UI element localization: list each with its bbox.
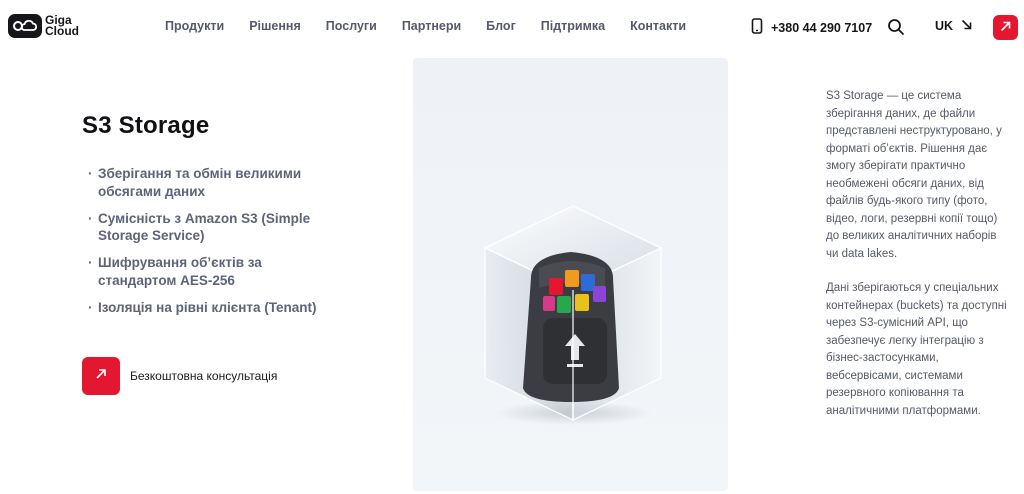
storage-cube-illustration <box>473 198 673 428</box>
header-cta-button[interactable] <box>993 15 1018 40</box>
page-title: S3 Storage <box>82 112 210 139</box>
feature-text: Зберігання та обмін великими обсягами да… <box>98 166 302 199</box>
feature-text: Сумісність з Amazon S3 (Simple Storage S… <box>98 210 311 244</box>
bullet: · <box>88 210 93 226</box>
illustration-panel <box>413 58 728 491</box>
nav-item-support[interactable]: Підтримка <box>541 19 605 33</box>
arrow-down-right-icon <box>961 19 972 33</box>
free-consultation-link[interactable]: Безкоштовна консультація <box>82 357 277 395</box>
arrow-up-right-icon <box>95 367 107 385</box>
consultation-button[interactable] <box>82 357 120 395</box>
feature-text: Ізоляція на рівні клієнта (Tenant) <box>98 299 317 315</box>
nav-item-services[interactable]: Послуги <box>326 19 377 33</box>
site-header: Giga Cloud Продукти Рішення Послуги Парт… <box>0 0 1024 56</box>
list-item: · Ізоляція на рівні клієнта (Tenant) <box>88 299 328 317</box>
phone-number: +380 44 290 7107 <box>771 20 873 35</box>
list-item: · Сумісність з Amazon S3 (Simple Storage … <box>88 210 328 245</box>
phone-icon <box>751 18 763 37</box>
bullet: · <box>88 299 93 315</box>
description-paragraph: Дані зберігаються у спеціальних контейне… <box>826 282 1007 417</box>
consultation-label: Безкоштовна консультація <box>130 369 278 383</box>
search-button[interactable] <box>887 18 905 36</box>
nav-item-products[interactable]: Продукти <box>165 19 224 33</box>
language-switcher[interactable]: UK <box>935 19 972 33</box>
list-item: · Зберігання та обмін великими обсягами д… <box>88 165 328 200</box>
nav-item-contacts[interactable]: Контакти <box>630 19 686 33</box>
logo-wordmark: Giga Cloud <box>45 14 79 38</box>
language-label: UK <box>935 19 954 33</box>
bullet: · <box>88 166 93 181</box>
arrow-up-right-icon <box>1000 19 1011 37</box>
description-paragraph: S3 Storage — це система зберігання даних… <box>826 90 1002 260</box>
feature-text: Шифрування об’єктів за стандартом AES-25… <box>98 255 262 288</box>
description: S3 Storage — це система зберігання даних… <box>826 88 1011 437</box>
main-nav: Продукти Рішення Послуги Партнери Блог П… <box>165 19 711 33</box>
search-icon <box>887 19 905 40</box>
logo-line-2: Cloud <box>45 24 79 38</box>
feature-list: · Зберігання та обмін великими обсягами д… <box>88 165 328 326</box>
list-item: · Шифрування об’єктів за стандартом AES-2… <box>88 254 328 289</box>
bullet: · <box>88 255 93 270</box>
nav-item-partners[interactable]: Партнери <box>402 19 461 33</box>
nav-item-blog[interactable]: Блог <box>486 19 516 33</box>
cloud-logo-icon <box>8 14 42 38</box>
phone-link[interactable]: +380 44 290 7107 <box>751 18 872 37</box>
logo[interactable]: Giga Cloud <box>8 14 79 38</box>
nav-item-solutions[interactable]: Рішення <box>249 19 301 33</box>
